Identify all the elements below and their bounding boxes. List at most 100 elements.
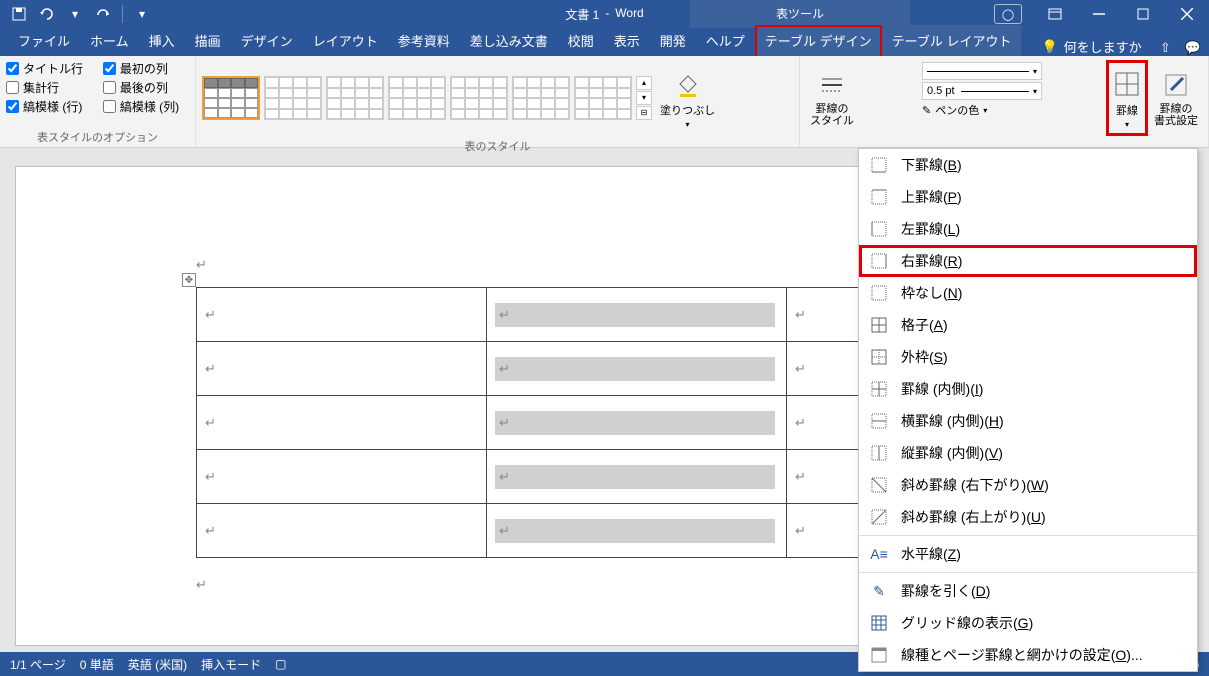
tab-review[interactable]: 校閲 — [558, 25, 604, 56]
redo-button[interactable] — [90, 2, 116, 26]
tab-developer[interactable]: 開発 — [650, 25, 696, 56]
border-inside-icon — [869, 379, 889, 399]
chk-last-column[interactable]: 最後の列 — [103, 79, 189, 96]
chk-banded-cols[interactable]: 縞模様 (列) — [103, 98, 189, 115]
gallery-more[interactable]: ▴▾⊟ — [636, 76, 652, 120]
border-top-icon — [869, 187, 889, 207]
comments-button[interactable]: 💬 — [1185, 40, 1201, 56]
word-count[interactable]: 0 単語 — [80, 656, 114, 673]
paragraph-mark: ↵ — [196, 257, 207, 273]
style-thumb-4[interactable] — [388, 76, 446, 120]
menu-border-none[interactable]: 枠なし(N) — [859, 277, 1197, 309]
ribbon-tabs: ファイル ホーム 挿入 描画 デザイン レイアウト 参考資料 差し込み文書 校閲… — [0, 28, 1209, 56]
border-styles-button[interactable]: 罫線の スタイル — [806, 60, 858, 136]
paragraph-mark: ↵ — [196, 577, 207, 593]
tab-layout[interactable]: レイアウト — [303, 25, 388, 56]
style-thumb-1[interactable] — [202, 76, 260, 120]
tab-insert[interactable]: 挿入 — [139, 25, 185, 56]
menu-border-diag-up[interactable]: 斜め罫線 (右上がり)(U) — [859, 501, 1197, 533]
shading-button[interactable]: 塗りつぶし▾ — [656, 60, 719, 136]
quick-access-toolbar: ▾ ▾ — [0, 2, 155, 26]
tab-file[interactable]: ファイル — [8, 25, 80, 56]
undo-dropdown[interactable]: ▾ — [62, 2, 88, 26]
table-row: ↵↵↵ — [197, 396, 907, 450]
menu-border-bottom[interactable]: 下罫線(B) — [859, 149, 1197, 181]
language[interactable]: 英語 (米国) — [128, 656, 187, 673]
borders-dropdown-menu: 下罫線(B) 上罫線(P) 左罫線(L) 右罫線(R) 枠なし(N) 格子(A)… — [858, 148, 1198, 672]
menu-border-top[interactable]: 上罫線(P) — [859, 181, 1197, 213]
style-thumb-7[interactable] — [574, 76, 632, 120]
borders-icon — [1111, 68, 1143, 100]
share-button[interactable]: ⇧ — [1160, 40, 1171, 56]
ribbon-display-options[interactable] — [1033, 0, 1077, 28]
menu-draw-table[interactable]: ✎罫線を引く(D) — [859, 575, 1197, 607]
document-title: 文書 1-Word — [565, 6, 643, 23]
titlebar: ▾ ▾ 文書 1-Word 表ツール ◯ — [0, 0, 1209, 28]
undo-button[interactable] — [34, 2, 60, 26]
menu-borders-dialog[interactable]: 線種とページ罫線と網かけの設定(O)... — [859, 639, 1197, 671]
tab-references[interactable]: 参考資料 — [388, 25, 460, 56]
border-none-icon — [869, 283, 889, 303]
group-borders: 罫線の スタイル ▾ 0.5 pt▾ ✎ペンの色▾ 罫線▾ 罫線の 書式設定 — [800, 56, 1209, 147]
style-thumb-5[interactable] — [450, 76, 508, 120]
save-button[interactable] — [6, 2, 32, 26]
borders-button[interactable]: 罫線▾ — [1106, 60, 1148, 136]
dialog-icon — [869, 645, 889, 665]
pen-icon: ✎ — [922, 104, 931, 117]
minimize-button[interactable] — [1077, 0, 1121, 28]
chk-total-row[interactable]: 集計行 — [6, 79, 93, 96]
diag-down-icon — [869, 475, 889, 495]
tab-draw[interactable]: 描画 — [185, 25, 231, 56]
border-painter-icon — [1160, 69, 1192, 101]
border-bottom-icon — [869, 155, 889, 175]
pen-color-button[interactable]: ✎ペンの色▾ — [922, 102, 1042, 118]
tab-table-layout[interactable]: テーブル レイアウト — [882, 25, 1022, 56]
tab-view[interactable]: 表示 — [604, 25, 650, 56]
menu-border-inside-h[interactable]: 横罫線 (内側)(H) — [859, 405, 1197, 437]
tab-table-design[interactable]: テーブル デザイン — [755, 25, 882, 56]
qat-customize[interactable]: ▾ — [129, 2, 155, 26]
border-left-icon — [869, 219, 889, 239]
table-move-handle[interactable]: ✥ — [182, 273, 196, 287]
tab-help[interactable]: ヘルプ — [696, 25, 755, 56]
tellme-search[interactable]: 💡 何をしますか — [1041, 37, 1141, 56]
border-inside-v-icon — [869, 443, 889, 463]
pencil-icon: ✎ — [869, 581, 889, 601]
group-table-style-options: タイトル行 最初の列 集計行 最後の列 縞模様 (行) 縞模様 (列) 表スタイ… — [0, 56, 196, 147]
style-thumb-2[interactable] — [264, 76, 322, 120]
style-thumb-6[interactable] — [512, 76, 570, 120]
menu-border-inside-v[interactable]: 縦罫線 (内側)(V) — [859, 437, 1197, 469]
tab-design[interactable]: デザイン — [231, 25, 303, 56]
menu-view-gridlines[interactable]: グリッド線の表示(G) — [859, 607, 1197, 639]
style-thumb-3[interactable] — [326, 76, 384, 120]
chk-banded-rows[interactable]: 縞模様 (行) — [6, 98, 93, 115]
account-button[interactable]: ◯ — [989, 0, 1033, 28]
page-count[interactable]: 1/1 ページ — [10, 656, 66, 673]
close-button[interactable] — [1165, 0, 1209, 28]
tab-home[interactable]: ホーム — [80, 25, 139, 56]
maximize-button[interactable] — [1121, 0, 1165, 28]
document-table[interactable]: ↵↵↵ ↵↵↵ ↵↵↵ ↵↵↵ ↵↵↵ — [196, 287, 907, 558]
chk-header-row[interactable]: タイトル行 — [6, 60, 93, 77]
table-row: ↵↵↵ — [197, 342, 907, 396]
menu-border-all[interactable]: 格子(A) — [859, 309, 1197, 341]
menu-border-outside[interactable]: 外枠(S) — [859, 341, 1197, 373]
macro-recording-icon[interactable]: ▢ — [275, 657, 286, 671]
border-right-icon — [869, 251, 889, 271]
tab-mailings[interactable]: 差し込み文書 — [460, 25, 558, 56]
contextual-tab-label: 表ツール — [690, 0, 910, 28]
pen-style-select[interactable]: ▾ — [922, 62, 1042, 80]
chk-first-column[interactable]: 最初の列 — [103, 60, 189, 77]
pen-weight-select[interactable]: 0.5 pt▾ — [922, 82, 1042, 100]
menu-border-inside[interactable]: 罫線 (内側)(I) — [859, 373, 1197, 405]
menu-border-right[interactable]: 右罫線(R) — [859, 245, 1197, 277]
ribbon: タイトル行 最初の列 集計行 最後の列 縞模様 (行) 縞模様 (列) 表スタイ… — [0, 56, 1209, 148]
menu-horizontal-line[interactable]: A≡水平線(Z) — [859, 538, 1197, 570]
menu-border-diag-down[interactable]: 斜め罫線 (右下がり)(W) — [859, 469, 1197, 501]
insert-mode[interactable]: 挿入モード — [201, 656, 261, 673]
border-painter-button[interactable]: 罫線の 書式設定 — [1150, 60, 1202, 136]
gridlines-icon — [869, 613, 889, 633]
menu-border-left[interactable]: 左罫線(L) — [859, 213, 1197, 245]
table-styles-gallery[interactable]: ▴▾⊟ 塗りつぶし▾ — [202, 60, 793, 136]
paint-bucket-icon — [672, 68, 704, 100]
